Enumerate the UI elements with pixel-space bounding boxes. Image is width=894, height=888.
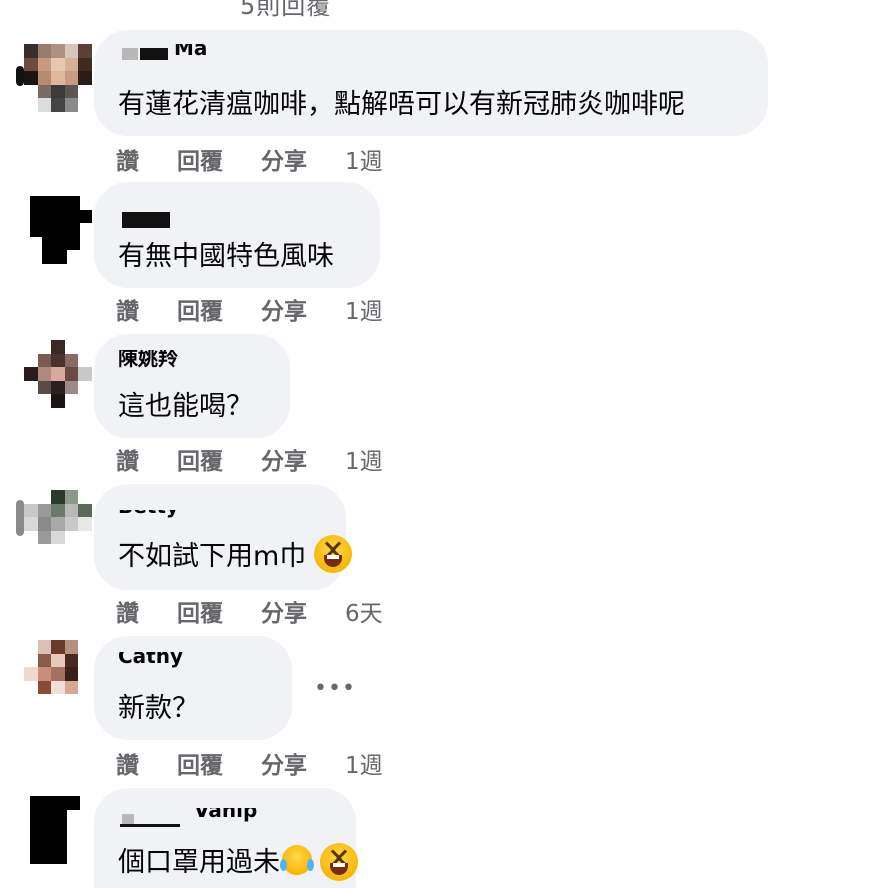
avatar[interactable]	[24, 340, 92, 408]
reply-button[interactable]: 回覆	[177, 142, 223, 176]
share-button[interactable]: 分享	[261, 142, 307, 176]
comment-text: 新款？	[118, 693, 199, 724]
comment-timestamp[interactable]: 1週	[345, 142, 383, 176]
squinting-laughing-emoji-icon	[320, 842, 358, 881]
comment-timestamp[interactable]: 6天	[345, 594, 383, 628]
like-button[interactable]: 讚	[116, 442, 139, 476]
comment-text: 有蓮花清瘟咖啡，點解唔可以有新冠肺炎咖啡呢	[118, 89, 685, 120]
commenter-name[interactable]: Betty	[118, 510, 179, 526]
commenter-name[interactable]: Cathy	[118, 652, 183, 678]
comment-bubble: 有無中國特色風味	[94, 182, 380, 288]
comment-text: 個口罩用過未	[118, 840, 358, 883]
reply-button[interactable]: 回覆	[177, 442, 223, 476]
like-button[interactable]: 讚	[116, 594, 139, 628]
avatar[interactable]	[30, 196, 92, 264]
commenter-name[interactable]: Ma	[118, 44, 207, 70]
comment-bubble: Betty 不如試下用m巾	[94, 484, 353, 590]
avatar[interactable]	[30, 796, 92, 864]
comment-timestamp[interactable]: 1週	[345, 442, 383, 476]
comment-text: 不如試下用m巾	[118, 534, 353, 577]
more-options-icon[interactable]: •••	[314, 676, 356, 701]
comment-text: 這也能喝？	[118, 391, 253, 422]
comment-actions: 讚 回覆 分享 1週	[116, 746, 383, 780]
tears-of-joy-emoji-icon	[280, 844, 314, 875]
share-button[interactable]: 分享	[261, 746, 307, 780]
reply-button[interactable]: 回覆	[177, 292, 223, 326]
squinting-laughing-emoji-icon	[314, 534, 353, 573]
comment-bubble: Cathy 新款？	[94, 636, 292, 740]
comment-bubble: Ma 有蓮花清瘟咖啡，點解唔可以有新冠肺炎咖啡呢	[94, 30, 768, 136]
comment-timestamp[interactable]: 1週	[345, 292, 383, 326]
comment-text: 有無中國特色風味	[118, 241, 334, 272]
comment-timestamp[interactable]: 1週	[345, 746, 383, 780]
commenter-name[interactable]: Vanip	[118, 808, 257, 834]
like-button[interactable]: 讚	[116, 746, 139, 780]
comment-actions: 讚 回覆 分享 6天	[116, 594, 383, 628]
share-button[interactable]: 分享	[261, 292, 307, 326]
previous-replies-link[interactable]: 5則回覆	[240, 0, 331, 21]
share-button[interactable]: 分享	[261, 594, 307, 628]
comment-actions: 讚 回覆 分享 1週	[116, 442, 383, 476]
comment-actions: 讚 回覆 分享 1週	[116, 292, 383, 326]
avatar[interactable]	[24, 490, 92, 558]
commenter-name[interactable]: 陳姚羚	[118, 350, 178, 376]
reply-button[interactable]: 回覆	[177, 746, 223, 780]
comment-actions: 讚 回覆 分享 1週	[116, 142, 383, 176]
reply-button[interactable]: 回覆	[177, 594, 223, 628]
avatar[interactable]	[24, 44, 92, 112]
share-button[interactable]: 分享	[261, 442, 307, 476]
avatar[interactable]	[24, 640, 92, 708]
like-button[interactable]: 讚	[116, 142, 139, 176]
comment-bubble: Vanip 個口罩用過未	[94, 788, 358, 888]
like-button[interactable]: 讚	[116, 292, 139, 326]
comment-bubble: 陳姚羚 這也能喝？	[94, 334, 290, 438]
